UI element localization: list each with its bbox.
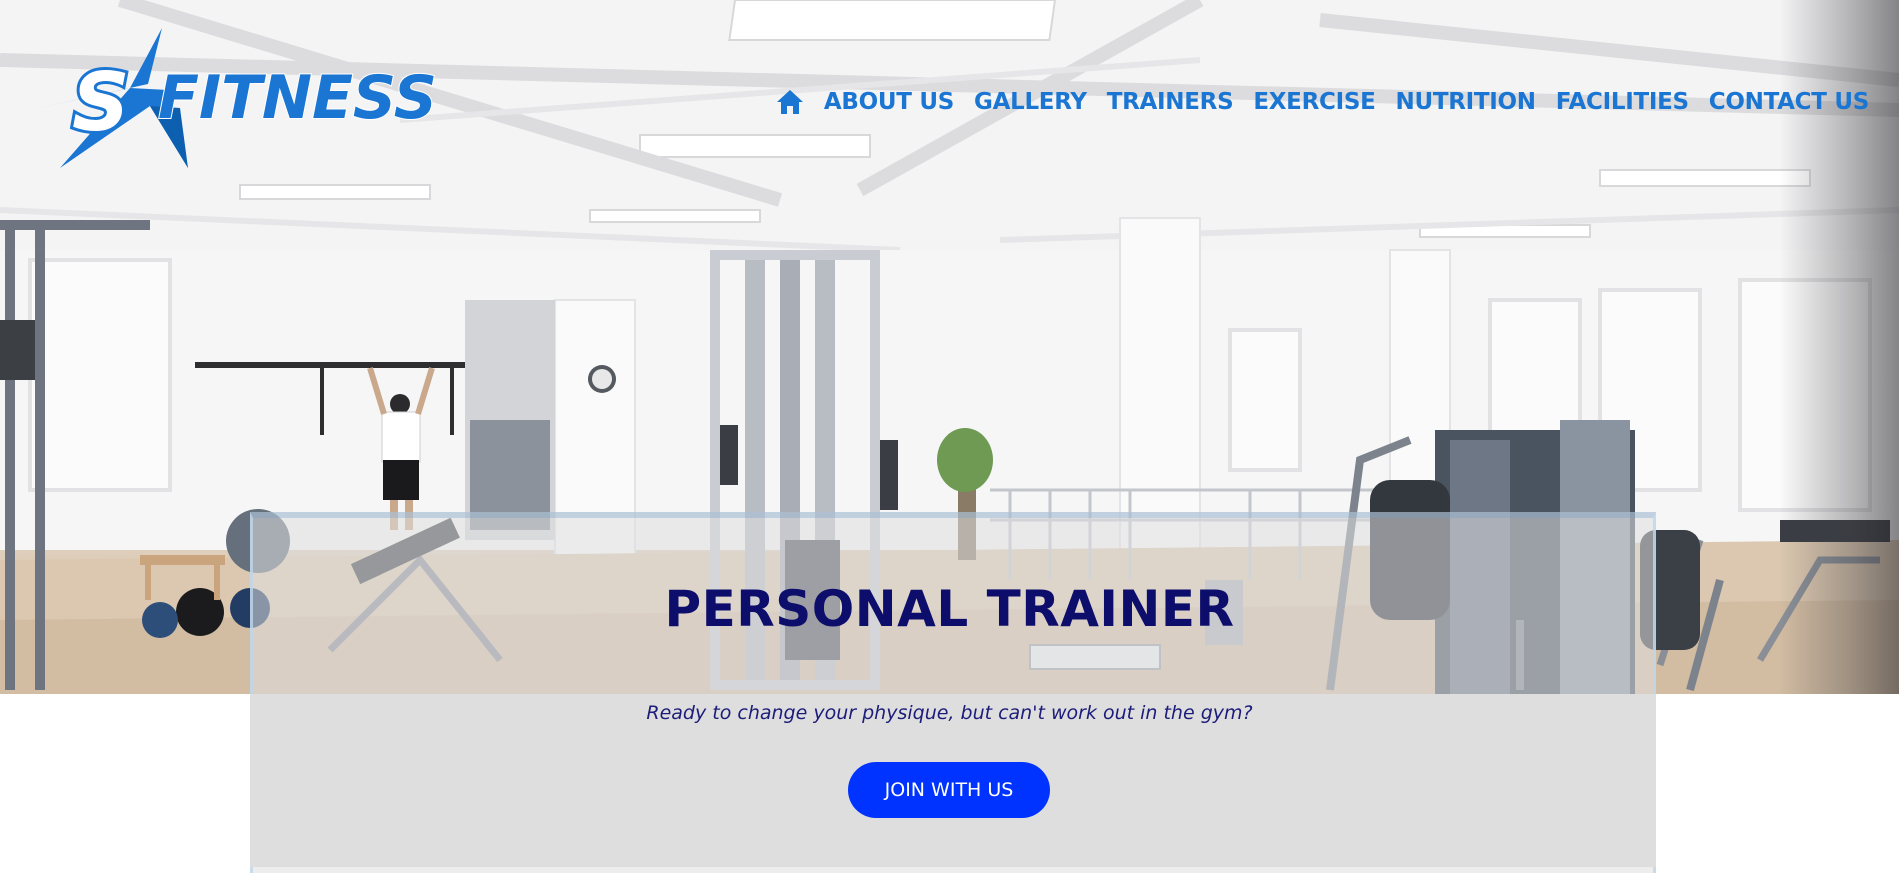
nav-item-gallery[interactable]: GALLERY — [974, 89, 1087, 115]
svg-text:FITNESS: FITNESS — [158, 63, 438, 133]
nav-item-contact-us[interactable]: CONTACT US — [1709, 89, 1870, 115]
home-icon[interactable] — [776, 89, 804, 115]
page-title: PERSONAL TRAINER — [664, 580, 1235, 638]
fitness-logo[interactable]: S FITNESS — [30, 28, 450, 173]
nav-item-trainers[interactable]: TRAINERS — [1107, 89, 1234, 115]
star-logo-icon: S FITNESS — [30, 28, 438, 168]
svg-text:S: S — [72, 56, 130, 149]
main-nav: ABOUT US GALLERY TRAINERS EXERCISE NUTRI… — [776, 82, 1869, 122]
nav-item-exercise[interactable]: EXERCISE — [1253, 89, 1375, 115]
hero-subtitle: Ready to change your physique, but can't… — [646, 702, 1253, 724]
join-with-us-button[interactable]: JOIN WITH US — [848, 762, 1050, 818]
nav-item-about-us[interactable]: ABOUT US — [824, 89, 954, 115]
nav-item-facilities[interactable]: FACILITIES — [1556, 89, 1689, 115]
nav-item-nutrition[interactable]: NUTRITION — [1396, 89, 1537, 115]
